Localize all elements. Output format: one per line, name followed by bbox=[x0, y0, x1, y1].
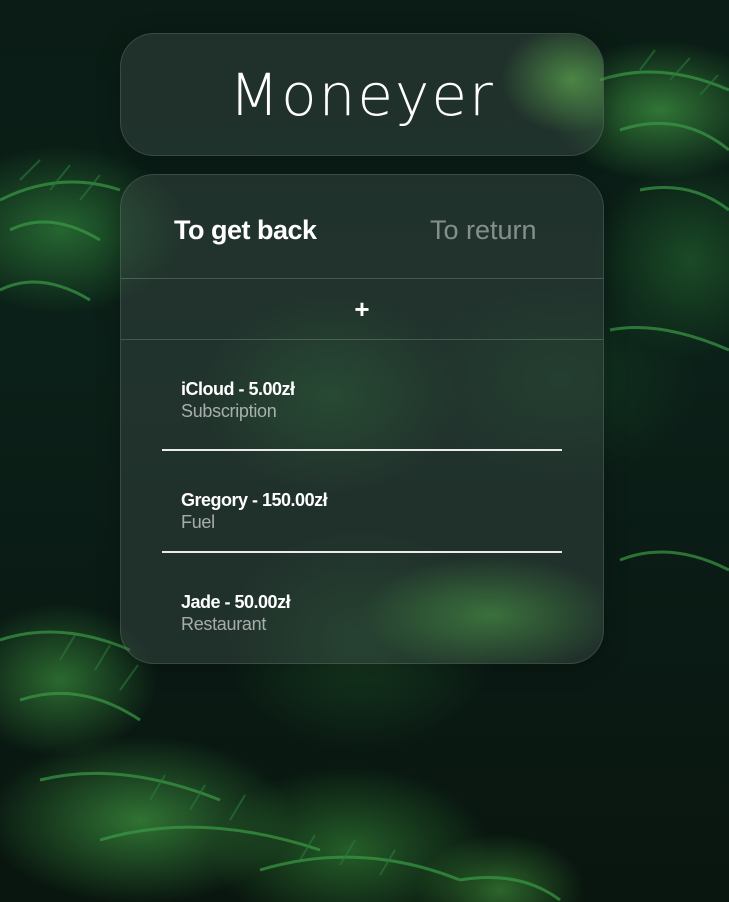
entry-category: Fuel bbox=[181, 512, 215, 532]
list-item[interactable]: Gregory - 150.00zł Fuel bbox=[162, 451, 562, 553]
title-card-glow bbox=[501, 34, 603, 134]
list-item[interactable]: Jade - 50.00zł Restaurant bbox=[162, 553, 562, 655]
entry-title: iCloud - 5.00zł bbox=[181, 379, 295, 399]
entry-title: Gregory - 150.00zł bbox=[181, 490, 328, 510]
debts-card: To get back To return + iCloud - 5.00zł … bbox=[120, 174, 604, 664]
app-title: Moneyer bbox=[229, 60, 495, 129]
tab-bar: To get back To return bbox=[121, 175, 603, 279]
entry-category: Subscription bbox=[181, 401, 277, 421]
entry-title: Jade - 50.00zł bbox=[181, 592, 291, 612]
plus-icon: + bbox=[354, 294, 370, 324]
add-entry-button[interactable]: + bbox=[121, 279, 603, 340]
entry-category: Restaurant bbox=[181, 614, 267, 634]
list-item[interactable]: iCloud - 5.00zł Subscription bbox=[162, 340, 562, 451]
tab-to-get-back[interactable]: To get back bbox=[174, 215, 317, 246]
title-card: Moneyer bbox=[120, 33, 604, 156]
entries-list: iCloud - 5.00zł Subscription Gregory - 1… bbox=[121, 340, 603, 655]
tab-to-return[interactable]: To return bbox=[430, 215, 537, 246]
